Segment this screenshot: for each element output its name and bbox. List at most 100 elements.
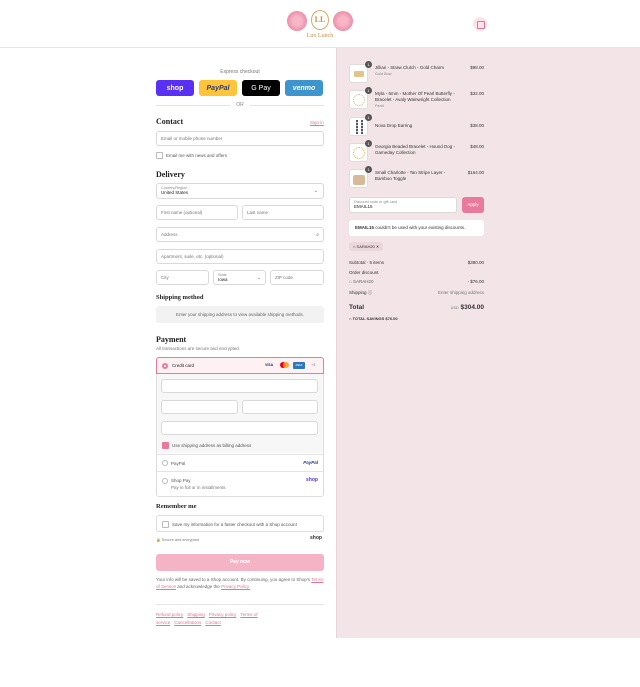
payment-subtitle: All transactions are secure and encrypte…	[156, 346, 241, 351]
venmo-button[interactable]: venmo	[285, 80, 323, 96]
discount-field[interactable]: Discount code or gift card EMAIL15	[349, 197, 457, 213]
item-name: Small Charlotte - Tan Stripe Layer - Bam…	[375, 170, 460, 182]
city-field[interactable]: City	[156, 270, 209, 285]
footer-link[interactable]: Shipping	[187, 612, 205, 617]
privacy-link[interactable]: Privacy Policy.	[221, 584, 250, 589]
remember-heading: Remember me	[156, 503, 197, 510]
chevron-down-icon: ⌄	[256, 275, 261, 281]
card-form: Use shipping address as billing address	[157, 374, 323, 453]
remember-option[interactable]: Save my information for a faster checkou…	[156, 515, 324, 532]
total-label: Total	[349, 304, 365, 311]
item-title: Georgia Beaded Bracelet - Hound Dog - Ga…	[375, 144, 456, 155]
secure-note: 🔒 Secure and encrypted	[156, 537, 199, 542]
shoppay-sub: Pay in full or in installments	[171, 485, 226, 490]
shoppay-option[interactable]: Shop Pay Pay in full or in installments …	[156, 471, 324, 496]
store-logo[interactable]: LL Lux Lunch	[287, 8, 353, 42]
monogram: LL	[311, 10, 329, 30]
address-field[interactable]: Address ⌕	[156, 227, 324, 242]
tag-icon: ⌂	[349, 279, 352, 284]
footer-link[interactable]: Contact	[205, 620, 221, 625]
card-expiry-field[interactable]	[161, 400, 238, 414]
item-name: Nova Drop Earring	[375, 123, 460, 129]
news-label: Email me with news and offers	[166, 153, 227, 158]
cart-item: 1 Jillian - Straw Clutch - Gold Charm Gol…	[349, 61, 484, 86]
search-icon: ⌕	[316, 231, 319, 238]
card-number-field[interactable]	[161, 379, 318, 393]
remember-label: Save my information for a faster checkou…	[172, 522, 297, 527]
mastercard-icon	[280, 362, 289, 368]
info-icon[interactable]: ⓘ	[368, 290, 373, 295]
paypal-label: PayPal	[171, 461, 186, 466]
shoppay-label: Shop Pay	[171, 478, 191, 483]
total-row: Total USD $304.00	[349, 304, 484, 311]
close-icon[interactable]: ✕	[376, 244, 379, 249]
credit-card-radio[interactable]	[162, 363, 168, 369]
payment-heading: Payment	[156, 335, 187, 344]
address-placeholder: Address	[161, 232, 178, 237]
news-checkbox[interactable]	[156, 152, 163, 159]
shipping-heading: Shipping method	[156, 294, 204, 301]
subtotal-label: Subtotal · 5 items	[349, 260, 385, 265]
shop-logo: shop	[306, 477, 318, 483]
item-title: Myla - 6mm - Mother Of Pearl Butterfly -…	[375, 91, 455, 102]
express-checkout-label: Express checkout	[220, 69, 260, 75]
footer-link[interactable]: Privacy policy	[209, 612, 237, 617]
discount-value: EMAIL15	[354, 204, 373, 209]
footer-divider	[156, 604, 324, 605]
amex-icon: AMEX	[293, 362, 305, 369]
subtotal-value: $380.00	[467, 260, 484, 265]
paypal-button[interactable]: PayPal	[199, 80, 237, 96]
or-label: OR	[236, 102, 244, 108]
pay-now-button[interactable]: Pay now	[156, 554, 324, 571]
first-name-field[interactable]: First name (optional)	[156, 205, 238, 220]
quantity-badge: 1	[365, 140, 372, 147]
shipping-row: Shipping ⓘ Enter shipping address	[349, 290, 484, 296]
store-name: Lux Lunch	[306, 33, 334, 39]
item-price: $38.00	[470, 123, 484, 128]
apply-button[interactable]: Apply	[462, 197, 484, 213]
billing-checkbox[interactable]	[162, 442, 169, 449]
country-select[interactable]: Country/Region United States ⌄	[156, 183, 324, 199]
credit-card-option[interactable]: Credit card VISA AMEX +3	[156, 357, 324, 374]
total-value: USD $304.00	[451, 304, 484, 311]
sign-in-link[interactable]: Sign in	[310, 120, 324, 125]
apartment-field[interactable]: Apartment, suite, etc. (optional)	[156, 249, 324, 264]
item-price: $98.00	[470, 65, 484, 70]
shop-pay-button[interactable]: shop	[156, 80, 194, 96]
cart-icon[interactable]	[473, 17, 487, 31]
last-name-field[interactable]: Last name	[242, 205, 324, 220]
disclaimer-text: Your info will be saved to a Shop accoun…	[156, 577, 311, 582]
card-cvv-field[interactable]	[242, 400, 318, 414]
paypal-radio[interactable]	[162, 460, 168, 466]
savings-value: $76.00	[385, 316, 398, 321]
order-discount-row: Order discount	[349, 270, 484, 275]
item-variant: Gold Bow	[375, 72, 392, 76]
cart-item: 1 Small Charlotte - Tan Stripe Layer - B…	[349, 166, 484, 191]
item-variant: Pearl	[375, 104, 384, 108]
cart-item: 1 Georgia Beaded Bracelet - Hound Dog - …	[349, 140, 484, 165]
shop-logo: shop	[310, 535, 322, 541]
footer-link[interactable]: Cancellations	[174, 620, 201, 625]
remember-checkbox[interactable]	[162, 521, 169, 528]
chevron-down-icon: ⌄	[313, 188, 318, 194]
state-select[interactable]: State Iowa ⌄	[213, 270, 266, 285]
discount-error: EMAIL15 couldn't be used with your exist…	[349, 220, 484, 236]
cart-item: 1 Nova Drop Earring $38.00	[349, 114, 484, 139]
paypal-logo: PayPal	[303, 460, 318, 465]
paypal-option[interactable]: PayPal PayPal	[156, 454, 324, 471]
footer-link[interactable]: Refund policy	[156, 612, 183, 617]
currency: USD	[450, 306, 459, 310]
google-pay-button[interactable]: G Pay	[242, 80, 280, 96]
shoppay-radio[interactable]	[162, 478, 168, 484]
error-text: couldn't be used with your existing disc…	[375, 225, 466, 230]
discount-code-row: ⌂ SARAH20 - $76.00	[349, 279, 484, 284]
shipping-note: Enter your shipping address to view avai…	[156, 306, 324, 323]
card-name-field[interactable]	[161, 421, 318, 435]
error-code: EMAIL15	[355, 225, 375, 230]
savings-label: TOTAL SAVINGS	[352, 316, 385, 321]
billing-label: Use shipping address as billing address	[172, 443, 252, 448]
shipping-value: Enter shipping address	[437, 290, 484, 295]
email-field[interactable]: Email or mobile phone number	[156, 131, 324, 146]
country-value: United States	[161, 190, 189, 195]
zip-field[interactable]: ZIP code	[270, 270, 324, 285]
